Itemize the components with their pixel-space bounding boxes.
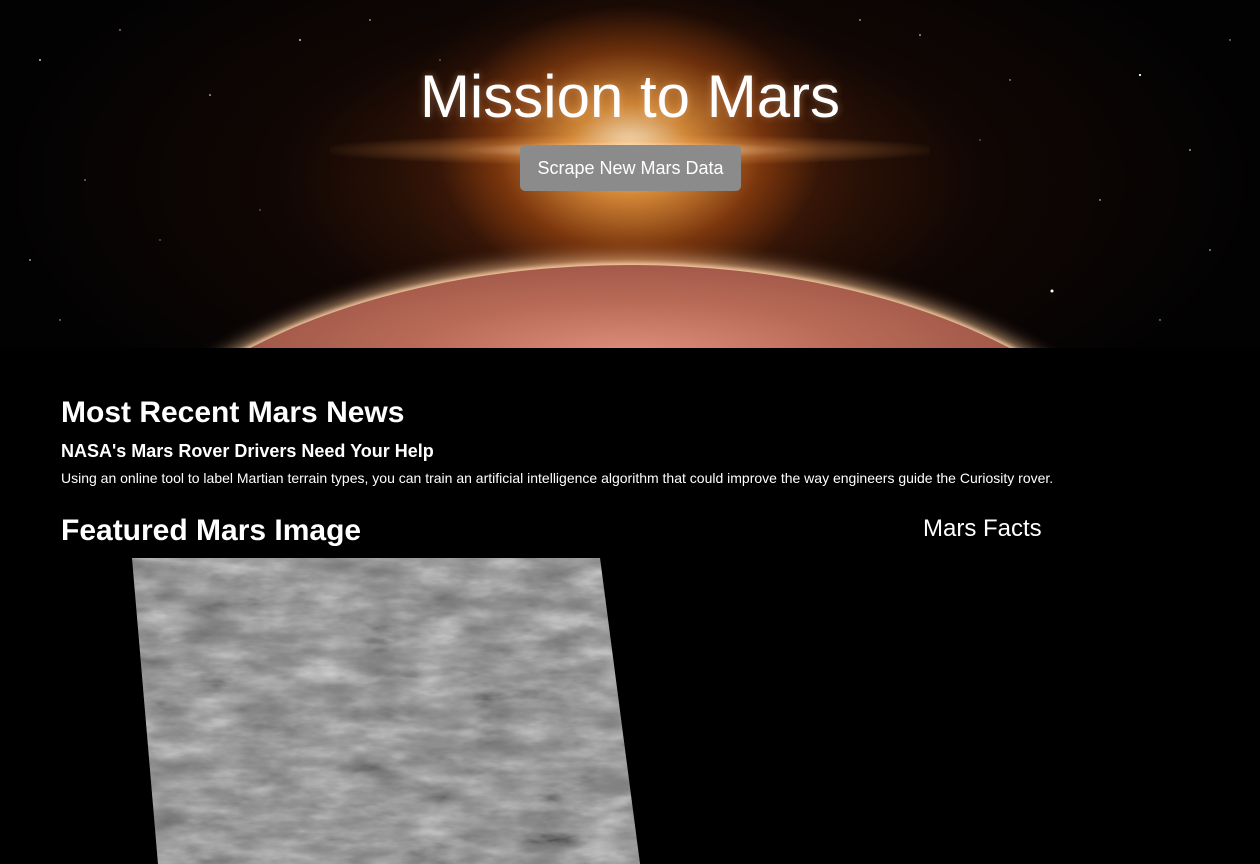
featured-mars-image (132, 558, 640, 864)
mars-facts-heading: Mars Facts (923, 515, 1042, 542)
featured-image-heading: Featured Mars Image (61, 514, 362, 547)
scrape-button[interactable]: Scrape New Mars Data (520, 145, 741, 191)
news-article-title: NASA's Mars Rover Drivers Need Your Help (61, 441, 434, 461)
page-title: Mission to Mars (419, 63, 841, 130)
hero-banner: Mission to Mars Scrape New Mars Data (0, 0, 1260, 348)
news-article-teaser: Using an online tool to label Martian te… (61, 470, 1054, 486)
news-section-heading: Most Recent Mars News (61, 396, 405, 429)
